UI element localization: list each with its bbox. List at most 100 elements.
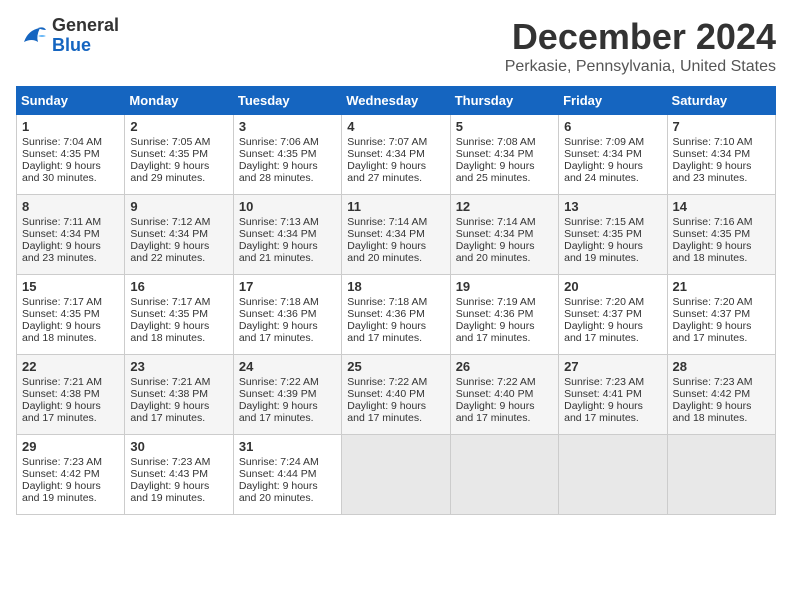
- sunset-text: Sunset: 4:38 PM: [22, 388, 119, 400]
- calendar-cell: 14Sunrise: 7:16 AMSunset: 4:35 PMDayligh…: [667, 195, 775, 275]
- day-number: 22: [22, 359, 119, 374]
- day-header-friday: Friday: [559, 87, 667, 115]
- day-number: 18: [347, 279, 444, 294]
- sunset-text: Sunset: 4:35 PM: [22, 308, 119, 320]
- sunset-text: Sunset: 4:36 PM: [347, 308, 444, 320]
- title-block: December 2024 Perkasie, Pennsylvania, Un…: [505, 16, 776, 76]
- calendar-cell: 16Sunrise: 7:17 AMSunset: 4:35 PMDayligh…: [125, 275, 233, 355]
- calendar-week-5: 29Sunrise: 7:23 AMSunset: 4:42 PMDayligh…: [17, 435, 776, 515]
- sunrise-text: Sunrise: 7:04 AM: [22, 136, 119, 148]
- calendar-cell: 6Sunrise: 7:09 AMSunset: 4:34 PMDaylight…: [559, 115, 667, 195]
- calendar-cell: 4Sunrise: 7:07 AMSunset: 4:34 PMDaylight…: [342, 115, 450, 195]
- daylight-text: Daylight: 9 hours and 19 minutes.: [22, 480, 119, 504]
- day-header-sunday: Sunday: [17, 87, 125, 115]
- calendar-cell: 5Sunrise: 7:08 AMSunset: 4:34 PMDaylight…: [450, 115, 558, 195]
- sunset-text: Sunset: 4:40 PM: [456, 388, 553, 400]
- calendar-table: SundayMondayTuesdayWednesdayThursdayFrid…: [16, 86, 776, 515]
- sunrise-text: Sunrise: 7:22 AM: [239, 376, 336, 388]
- daylight-text: Daylight: 9 hours and 24 minutes.: [564, 160, 661, 184]
- daylight-text: Daylight: 9 hours and 28 minutes.: [239, 160, 336, 184]
- daylight-text: Daylight: 9 hours and 17 minutes.: [239, 320, 336, 344]
- day-header-thursday: Thursday: [450, 87, 558, 115]
- daylight-text: Daylight: 9 hours and 17 minutes.: [347, 320, 444, 344]
- sunset-text: Sunset: 4:34 PM: [564, 148, 661, 160]
- day-number: 29: [22, 439, 119, 454]
- calendar-cell: 21Sunrise: 7:20 AMSunset: 4:37 PMDayligh…: [667, 275, 775, 355]
- daylight-text: Daylight: 9 hours and 23 minutes.: [22, 240, 119, 264]
- sunrise-text: Sunrise: 7:24 AM: [239, 456, 336, 468]
- daylight-text: Daylight: 9 hours and 17 minutes.: [456, 400, 553, 424]
- daylight-text: Daylight: 9 hours and 17 minutes.: [130, 400, 227, 424]
- day-number: 6: [564, 119, 661, 134]
- sunrise-text: Sunrise: 7:13 AM: [239, 216, 336, 228]
- sunset-text: Sunset: 4:35 PM: [564, 228, 661, 240]
- daylight-text: Daylight: 9 hours and 22 minutes.: [130, 240, 227, 264]
- calendar-cell: 18 Sunrise: 7:18 AMSunset: 4:36 PMDayligh…: [342, 275, 450, 355]
- month-title: December 2024: [505, 16, 776, 58]
- calendar-cell: 28Sunrise: 7:23 AMSunset: 4:42 PMDayligh…: [667, 355, 775, 435]
- day-number: 15: [22, 279, 119, 294]
- day-number: 7: [673, 119, 770, 134]
- sunrise-text: Sunrise: 7:18 AM: [347, 296, 444, 308]
- sunrise-text: Sunrise: 7:23 AM: [130, 456, 227, 468]
- sunrise-text: Sunrise: 7:08 AM: [456, 136, 553, 148]
- sunrise-text: Sunrise: 7:05 AM: [130, 136, 227, 148]
- sunset-text: Sunset: 4:34 PM: [130, 228, 227, 240]
- calendar-cell: 7Sunrise: 7:10 AMSunset: 4:34 PMDaylight…: [667, 115, 775, 195]
- sunrise-text: Sunrise: 7:22 AM: [456, 376, 553, 388]
- day-number: 11: [347, 199, 444, 214]
- sunrise-text: Sunrise: 7:21 AM: [130, 376, 227, 388]
- calendar-cell: 12Sunrise: 7:14 AMSunset: 4:34 PMDayligh…: [450, 195, 558, 275]
- calendar-cell: 20Sunrise: 7:20 AMSunset: 4:37 PMDayligh…: [559, 275, 667, 355]
- sunrise-text: Sunrise: 7:16 AM: [673, 216, 770, 228]
- calendar-cell: 2Sunrise: 7:05 AMSunset: 4:35 PMDaylight…: [125, 115, 233, 195]
- daylight-text: Daylight: 9 hours and 17 minutes.: [22, 400, 119, 424]
- sunrise-text: Sunrise: 7:14 AM: [347, 216, 444, 228]
- day-number: 3: [239, 119, 336, 134]
- calendar-cell: 1Sunrise: 7:04 AMSunset: 4:35 PMDaylight…: [17, 115, 125, 195]
- daylight-text: Daylight: 9 hours and 17 minutes.: [673, 320, 770, 344]
- logo-line1: General: [52, 16, 119, 36]
- sunset-text: Sunset: 4:41 PM: [564, 388, 661, 400]
- sunrise-text: Sunrise: 7:15 AM: [564, 216, 661, 228]
- sunrise-text: Sunrise: 7:06 AM: [239, 136, 336, 148]
- daylight-text: Daylight: 9 hours and 20 minutes.: [456, 240, 553, 264]
- location-subtitle: Perkasie, Pennsylvania, United States: [505, 58, 776, 76]
- sunrise-text: Sunrise: 7:17 AM: [22, 296, 119, 308]
- daylight-text: Daylight: 9 hours and 21 minutes.: [239, 240, 336, 264]
- calendar-cell: 13Sunrise: 7:15 AMSunset: 4:35 PMDayligh…: [559, 195, 667, 275]
- sunrise-text: Sunrise: 7:23 AM: [673, 376, 770, 388]
- daylight-text: Daylight: 9 hours and 18 minutes.: [673, 400, 770, 424]
- day-number: 28: [673, 359, 770, 374]
- day-header-tuesday: Tuesday: [233, 87, 341, 115]
- calendar-cell: 29Sunrise: 7:23 AMSunset: 4:42 PMDayligh…: [17, 435, 125, 515]
- daylight-text: Daylight: 9 hours and 17 minutes.: [564, 320, 661, 344]
- sunrise-text: Sunrise: 7:10 AM: [673, 136, 770, 148]
- day-number: 2: [130, 119, 227, 134]
- calendar-cell: [667, 435, 775, 515]
- sunset-text: Sunset: 4:34 PM: [456, 228, 553, 240]
- sunset-text: Sunset: 4:42 PM: [22, 468, 119, 480]
- calendar-cell: 22Sunrise: 7:21 AMSunset: 4:38 PMDayligh…: [17, 355, 125, 435]
- daylight-text: Daylight: 9 hours and 20 minutes.: [347, 240, 444, 264]
- day-number: 9: [130, 199, 227, 214]
- sunrise-text: Sunrise: 7:19 AM: [456, 296, 553, 308]
- logo-text: General Blue: [52, 16, 119, 56]
- calendar-cell: 10Sunrise: 7:13 AMSunset: 4:34 PMDayligh…: [233, 195, 341, 275]
- day-number: 4: [347, 119, 444, 134]
- day-number: 10: [239, 199, 336, 214]
- daylight-text: Daylight: 9 hours and 29 minutes.: [130, 160, 227, 184]
- day-number: 19: [456, 279, 553, 294]
- daylight-text: Daylight: 9 hours and 18 minutes.: [673, 240, 770, 264]
- sunset-text: Sunset: 4:35 PM: [673, 228, 770, 240]
- daylight-text: Daylight: 9 hours and 23 minutes.: [673, 160, 770, 184]
- sunset-text: Sunset: 4:38 PM: [130, 388, 227, 400]
- sunset-text: Sunset: 4:44 PM: [239, 468, 336, 480]
- sunrise-text: Sunrise: 7:20 AM: [564, 296, 661, 308]
- sunset-text: Sunset: 4:37 PM: [673, 308, 770, 320]
- daylight-text: Daylight: 9 hours and 20 minutes.: [239, 480, 336, 504]
- sunset-text: Sunset: 4:34 PM: [347, 148, 444, 160]
- day-number: 13: [564, 199, 661, 214]
- day-number: 5: [456, 119, 553, 134]
- sunset-text: Sunset: 4:36 PM: [239, 308, 336, 320]
